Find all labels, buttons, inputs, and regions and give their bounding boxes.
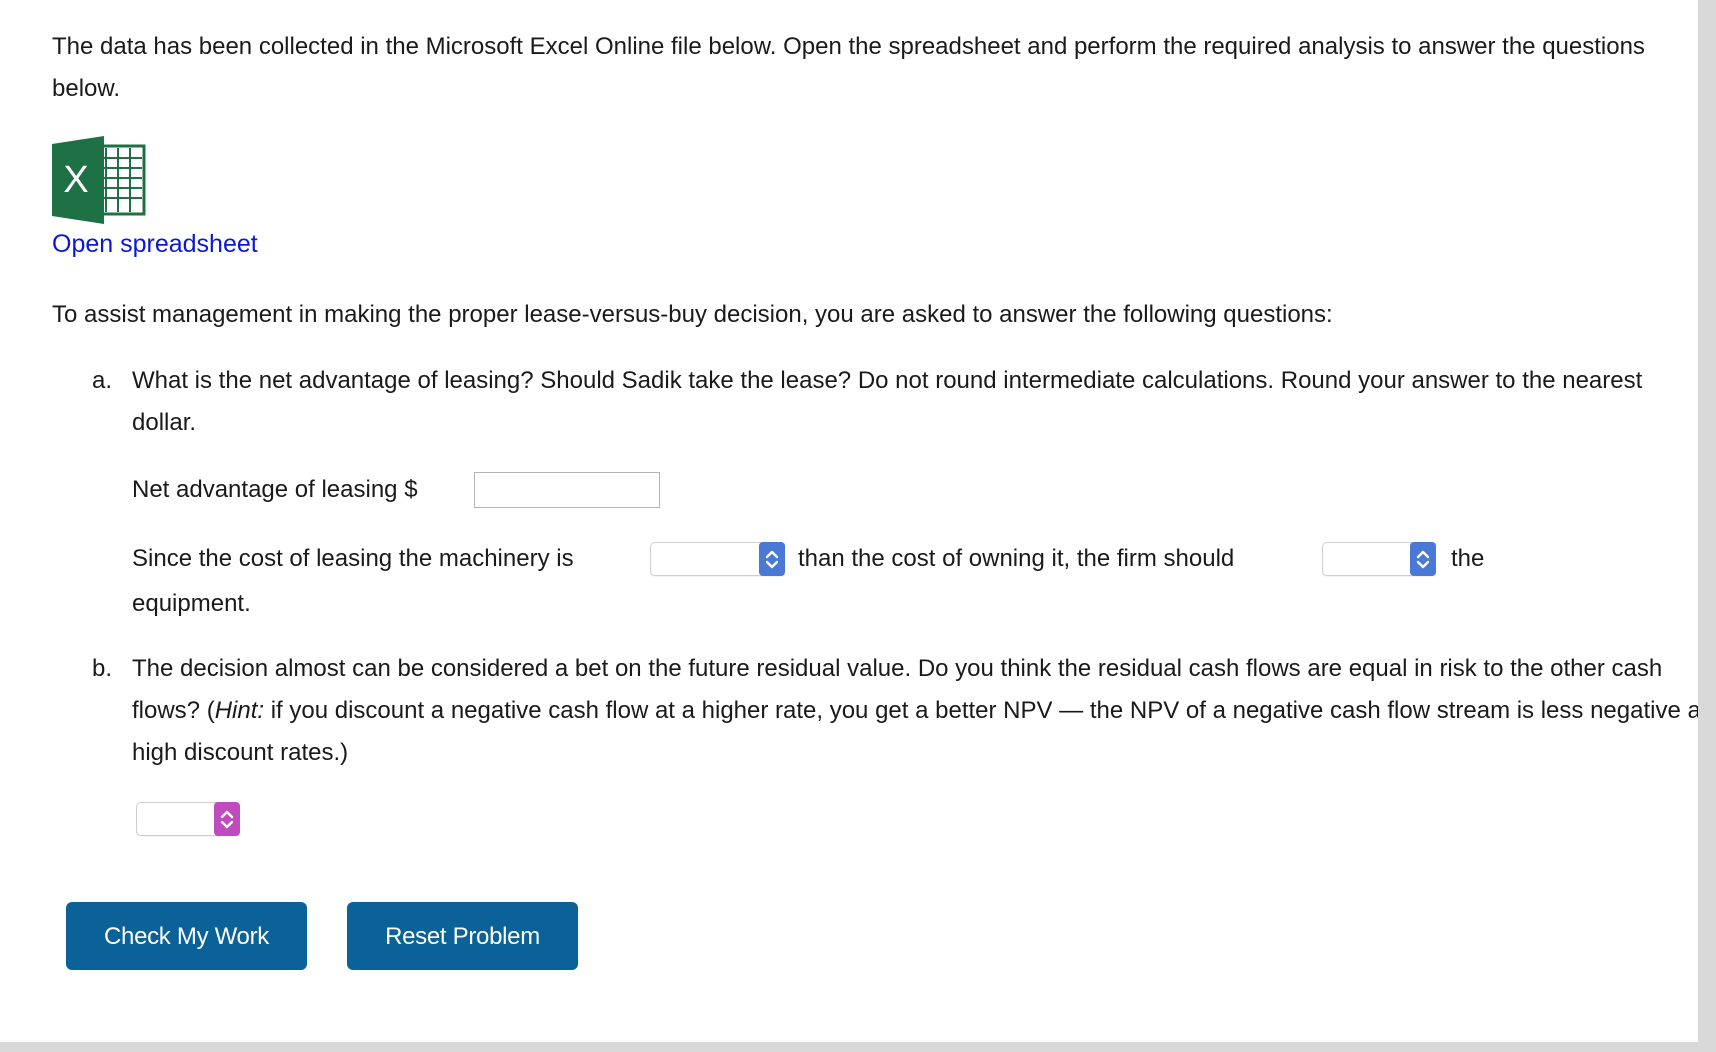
scrollbar-track[interactable]: [1698, 0, 1716, 1052]
since-text-part3: the: [1451, 545, 1485, 572]
cost-comparison-select[interactable]: [650, 542, 785, 576]
question-b-text-end: if you discount a negative cash flow at …: [132, 697, 1708, 766]
question-a-letter: a.: [92, 367, 113, 394]
check-my-work-button[interactable]: Check My Work: [66, 902, 307, 970]
excel-icon[interactable]: X: [52, 136, 146, 224]
net-advantage-input[interactable]: [474, 472, 660, 508]
firm-action-select[interactable]: [1322, 542, 1436, 576]
since-text-part2: than the cost of owning it, the firm sho…: [798, 545, 1235, 572]
bottom-border: [0, 1042, 1716, 1052]
since-text-part1: Since the cost of leasing the machinery …: [132, 545, 574, 572]
excel-icon-letter: X: [63, 159, 88, 201]
problem-page: The data has been collected in the Micro…: [0, 0, 1708, 1042]
since-text-part4: equipment.: [132, 590, 251, 617]
intro-text: The data has been collected in the Micro…: [52, 33, 1645, 102]
question-a-text: What is the net advantage of leasing? Sh…: [132, 367, 1643, 436]
chevron-updown-icon: [759, 542, 785, 576]
chevron-updown-icon: [214, 802, 240, 836]
open-spreadsheet-link[interactable]: Open spreadsheet: [52, 230, 258, 259]
question-b-text: The decision almost can be considered a …: [132, 648, 1712, 774]
hint-label: Hint:: [214, 697, 265, 724]
net-advantage-label: Net advantage of leasing $: [132, 476, 418, 503]
residual-risk-select[interactable]: [136, 802, 240, 836]
reset-problem-button[interactable]: Reset Problem: [347, 902, 578, 970]
chevron-updown-icon: [1410, 542, 1436, 576]
assist-text: To assist management in making the prope…: [52, 301, 1333, 328]
question-b-letter: b.: [92, 655, 113, 682]
